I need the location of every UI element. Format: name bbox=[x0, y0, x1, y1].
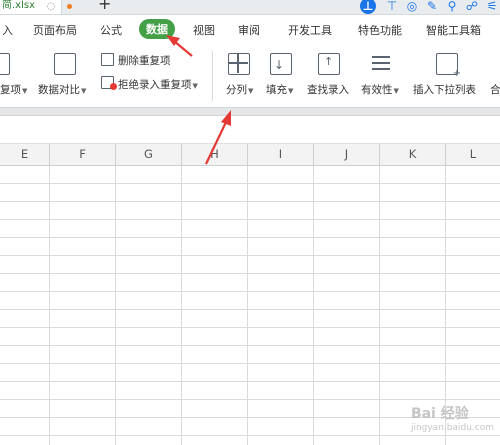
watermark-sub: jingyan.baidu.com bbox=[410, 423, 494, 433]
arrow-to-data-tab bbox=[166, 35, 193, 57]
watermark: Bai 经验 jingyan.baidu.com bbox=[411, 403, 494, 433]
arrow-to-split-columns bbox=[205, 110, 231, 165]
annotation-arrows bbox=[166, 35, 231, 165]
watermark-text: Bai 经验 bbox=[410, 406, 469, 422]
